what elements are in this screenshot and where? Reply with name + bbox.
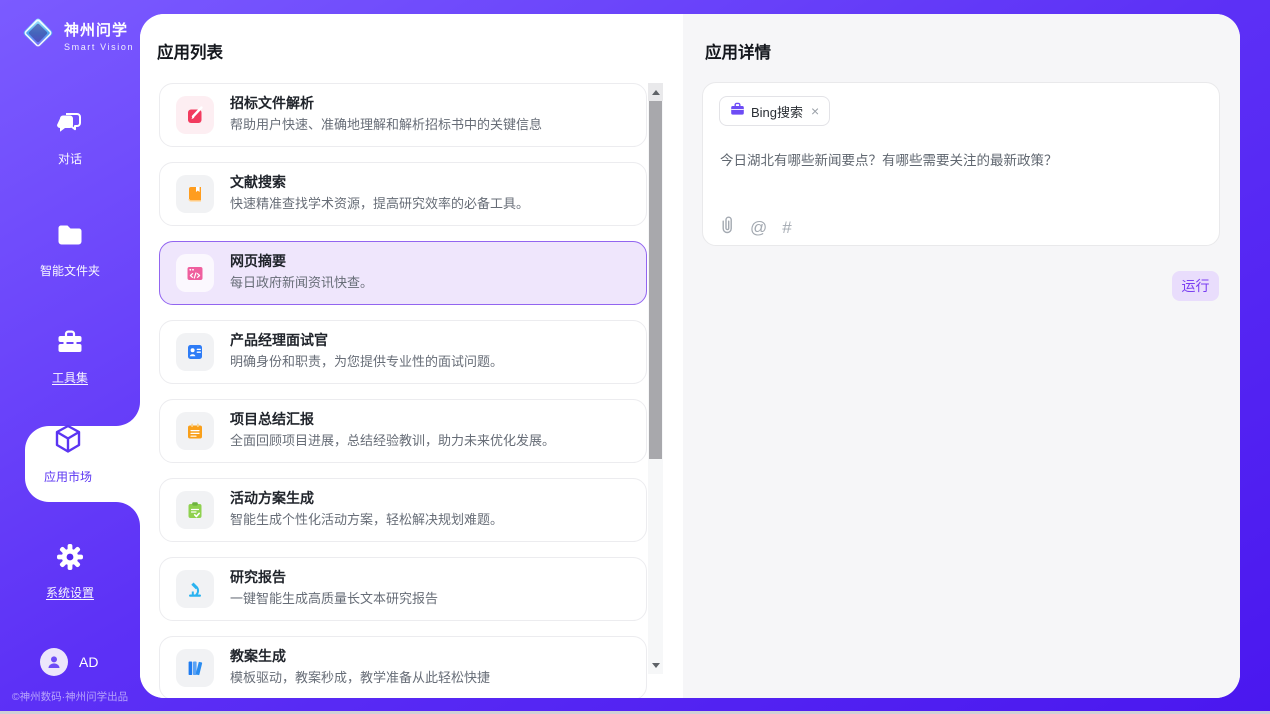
app-item-research-report[interactable]: 研究报告 一键智能生成高质量长文本研究报告 (159, 557, 647, 621)
app-item-desc: 每日政府新闻资讯快查。 (230, 275, 373, 291)
app-detail-title: 应用详情 (705, 39, 771, 63)
folder-icon (55, 220, 85, 255)
query-input[interactable]: 今日湖北有哪些新闻要点？有哪些需要关注的最新政策？ (720, 151, 1200, 171)
brand-name: 神州问学 (64, 19, 134, 40)
app-item-literature-search[interactable]: 文献搜索 快速精准查找学术资源，提高研究效率的必备工具。 (159, 162, 647, 226)
app-list-scrollbar[interactable] (648, 83, 663, 674)
sidebar: 神州问学 Smart Vision 对话 智能文件夹 (0, 0, 140, 714)
app-item-title: 研究报告 (230, 570, 438, 584)
app-item-bid-doc-analysis[interactable]: 招标文件解析 帮助用户快速、准确地理解和解析招标书中的关键信息 (159, 83, 647, 147)
app-item-title: 产品经理面试官 (230, 333, 503, 347)
app-item-desc: 全面回顾项目进展，总结经验教训，助力未来优化发展。 (230, 433, 555, 449)
books-icon (176, 649, 214, 687)
calendar-icon (176, 412, 214, 450)
app-item-desc: 帮助用户快速、准确地理解和解析招标书中的关键信息 (230, 117, 542, 133)
app-item-title: 文献搜索 (230, 175, 529, 189)
app-item-title: 活动方案生成 (230, 491, 503, 505)
app-item-pm-interviewer[interactable]: 产品经理面试官 明确身份和职责，为您提供专业性的面试问题。 (159, 320, 647, 384)
sidebar-item-label: 智能文件夹 (40, 262, 100, 279)
book-icon (176, 175, 214, 213)
app-item-lesson-plan[interactable]: 教案生成 模板驱动，教案秒成，教学准备从此轻松快捷 (159, 636, 647, 698)
cube-icon (52, 422, 84, 461)
app-item-desc: 模板驱动，教案秒成，教学准备从此轻松快捷 (230, 670, 490, 686)
sidebar-item-smart-folder[interactable]: 智能文件夹 (0, 220, 140, 279)
sidebar-item-toolkit[interactable]: 工具集 (0, 327, 140, 386)
scrollbar-up-button[interactable] (648, 83, 663, 101)
toolbox-icon (55, 327, 85, 362)
sidebar-item-chat[interactable]: 对话 (0, 108, 140, 167)
arrow-down-icon (652, 663, 660, 668)
sidebar-item-label: 工具集 (52, 369, 88, 386)
app-list-panel: 应用列表 招标文件解析 帮助用户快速、准确地理解和解析招标书中的关键信息 (140, 14, 683, 698)
query-card: Bing搜索 × 今日湖北有哪些新闻要点？有哪些需要关注的最新政策？ @ # (702, 82, 1220, 246)
clipboard-check-icon (176, 491, 214, 529)
avatar (40, 648, 68, 676)
sidebar-item-label: 系统设置 (46, 584, 94, 601)
arrow-up-icon (652, 90, 660, 95)
app-list-title: 应用列表 (157, 39, 223, 63)
app-detail-panel: 应用详情 Bing搜索 × 今日湖北有哪些新闻要点？有哪些需要关注的最新政策？ (683, 14, 1240, 698)
tool-chip-bing-search[interactable]: Bing搜索 × (719, 96, 830, 126)
edit-icon (176, 96, 214, 134)
close-icon[interactable]: × (811, 104, 819, 118)
run-button[interactable]: 运行 (1172, 271, 1219, 301)
sidebar-item-settings[interactable]: 系统设置 (0, 542, 140, 601)
app-item-title: 招标文件解析 (230, 96, 542, 110)
webpage-code-icon (176, 254, 214, 292)
sidebar-footer: ©神州数码·神州问学出品 (0, 689, 140, 704)
main-content: 应用列表 招标文件解析 帮助用户快速、准确地理解和解析招标书中的关键信息 (140, 14, 1240, 698)
brand-subtitle: Smart Vision (64, 42, 134, 52)
user-account[interactable]: AD (40, 648, 98, 676)
composer-toolbar: @ # (720, 215, 792, 239)
scrollbar-thumb[interactable] (649, 101, 662, 459)
app-item-webpage-summary[interactable]: 网页摘要 每日政府新闻资讯快查。 (159, 241, 647, 305)
app-item-desc: 智能生成个性化活动方案，轻松解决规划难题。 (230, 512, 503, 528)
briefcase-icon (730, 102, 745, 121)
app-item-desc: 明确身份和职责，为您提供专业性的面试问题。 (230, 354, 503, 370)
sidebar-item-label: 对话 (58, 150, 82, 167)
scrollbar-down-button[interactable] (648, 656, 663, 674)
brand-diamond-icon (20, 12, 56, 59)
user-initials: AD (79, 654, 98, 670)
interviewer-icon (176, 333, 214, 371)
tool-chip-label: Bing搜索 (751, 102, 803, 121)
app-item-desc: 一键智能生成高质量长文本研究报告 (230, 591, 438, 607)
app-item-title: 网页摘要 (230, 254, 373, 268)
sidebar-item-app-market[interactable]: 应用市场 (10, 422, 126, 485)
sidebar-item-label: 应用市场 (44, 468, 92, 485)
app-list: 招标文件解析 帮助用户快速、准确地理解和解析招标书中的关键信息 文献搜索 快速精… (159, 83, 647, 698)
app-item-title: 教案生成 (230, 649, 490, 663)
microscope-icon (176, 570, 214, 608)
paperclip-icon[interactable] (720, 215, 735, 239)
chat-icon (55, 108, 85, 143)
app-item-event-plan[interactable]: 活动方案生成 智能生成个性化活动方案，轻松解决规划难题。 (159, 478, 647, 542)
app-item-title: 项目总结汇报 (230, 412, 555, 426)
brand-logo: 神州问学 Smart Vision (20, 12, 134, 59)
app-item-project-summary[interactable]: 项目总结汇报 全面回顾项目进展，总结经验教训，助力未来优化发展。 (159, 399, 647, 463)
hashtag-icon[interactable]: # (782, 219, 791, 236)
gear-icon (55, 542, 85, 577)
app-item-desc: 快速精准查找学术资源，提高研究效率的必备工具。 (230, 196, 529, 212)
mention-at-icon[interactable]: @ (750, 219, 767, 236)
